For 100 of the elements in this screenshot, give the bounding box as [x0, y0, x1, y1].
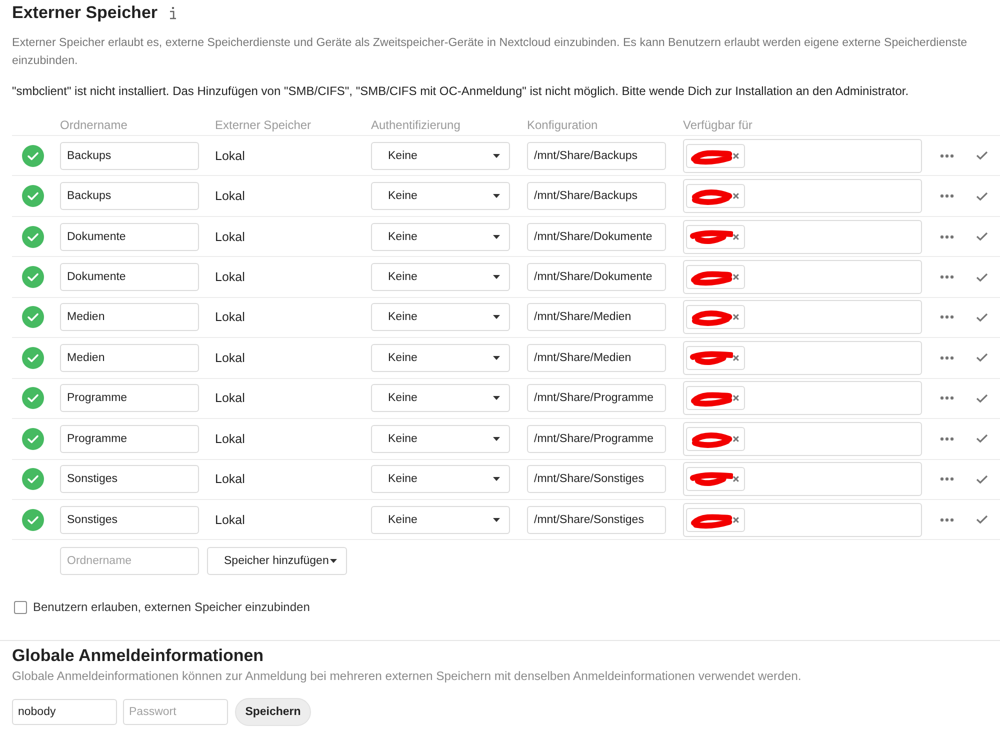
authentication-select[interactable]: Keine: [371, 263, 510, 292]
groups-field[interactable]: [683, 462, 922, 496]
close-icon[interactable]: [733, 314, 739, 320]
more-icon[interactable]: [940, 356, 954, 360]
more-icon[interactable]: [940, 315, 954, 320]
more-icon[interactable]: [940, 477, 954, 482]
configuration-field[interactable]: /mnt/Share/Medien: [527, 344, 666, 372]
caret-icon: [493, 396, 500, 400]
folder-name-field[interactable]: Medien: [60, 344, 199, 372]
folder-name-field[interactable]: Sonstiges: [60, 506, 199, 534]
table-cell-text: Lokal: [215, 189, 246, 204]
checkbox[interactable]: [14, 600, 27, 614]
check-icon[interactable]: [976, 312, 988, 322]
caret-icon: [493, 356, 500, 360]
table-cell-text: Lokal: [215, 310, 246, 324]
close-icon[interactable]: [733, 516, 739, 523]
close-icon[interactable]: [733, 436, 739, 442]
more-icon[interactable]: [940, 234, 954, 239]
table-cell-text: Lokal: [215, 350, 246, 365]
close-icon[interactable]: [733, 193, 739, 200]
authentication-select[interactable]: Keine: [371, 344, 510, 372]
groups-field[interactable]: [683, 502, 922, 537]
add-storage-select[interactable]: Speicher hinzufügen: [207, 547, 347, 576]
save-button[interactable]: Speichern: [235, 698, 311, 726]
authentication-select[interactable]: Keine: [371, 222, 510, 251]
groups-field[interactable]: [683, 220, 922, 254]
authentication-select[interactable]: Keine: [371, 384, 510, 412]
configuration-field[interactable]: /mnt/Share/Sonstiges: [527, 465, 666, 494]
authentication-select[interactable]: Keine: [371, 424, 510, 453]
section-title: Globale Anmeldeinformationen: [12, 646, 265, 666]
configuration-field[interactable]: /mnt/Share/Backups: [527, 142, 666, 170]
caret-icon: [493, 436, 500, 441]
check-icon[interactable]: [976, 232, 988, 242]
table-cell-text: Lokal: [215, 391, 246, 406]
check-icon[interactable]: [976, 434, 988, 444]
more-icon[interactable]: [940, 436, 954, 441]
authentication-select[interactable]: Keine: [371, 465, 510, 494]
more-icon[interactable]: [940, 194, 954, 198]
folder-name-field[interactable]: Ordnername: [60, 547, 199, 576]
folder-name-field[interactable]: Programme: [60, 384, 199, 412]
check-icon[interactable]: [976, 151, 988, 160]
folder-name-field[interactable]: Backups: [60, 182, 199, 210]
groups-field[interactable]: [683, 138, 922, 173]
warning-text: "smbclient" ist nicht installiert. Das Hinzufügen von "SMB/CIFS", "SMB/CIFS mit OC-Anmeldung" ist nicht möglich. Bitte wende Dich zur Installation an den Administrator.: [12, 83, 910, 100]
folder-name-field[interactable]: Sonstiges: [60, 465, 199, 494]
groups-field[interactable]: [683, 381, 922, 416]
section-title: Externer Speicher: [12, 2, 158, 24]
caret-icon: [493, 194, 500, 198]
folder-name-field[interactable]: Dokumente: [60, 222, 199, 251]
more-icon[interactable]: [940, 275, 954, 280]
check-icon[interactable]: [976, 474, 988, 484]
close-icon[interactable]: [733, 274, 739, 280]
close-icon[interactable]: [733, 395, 739, 402]
close-icon[interactable]: [733, 354, 739, 361]
close-icon[interactable]: [733, 234, 739, 240]
authentication-select[interactable]: Keine: [371, 142, 510, 170]
authentication-select[interactable]: Keine: [371, 506, 510, 534]
table-cell-text: Lokal: [215, 148, 246, 163]
caret-icon: [493, 315, 500, 320]
configuration-field[interactable]: /mnt/Share/Programme: [527, 384, 666, 412]
check-icon[interactable]: [976, 353, 988, 362]
column-header: Verfügbar für: [683, 118, 754, 132]
groups-field[interactable]: [683, 260, 922, 294]
more-icon[interactable]: [940, 154, 954, 158]
caret-icon: [330, 559, 337, 564]
authentication-select[interactable]: Keine: [371, 182, 510, 210]
folder-name-field[interactable]: Backups: [60, 142, 199, 170]
table-cell-text: Lokal: [215, 432, 246, 446]
column-header: Konfiguration: [527, 118, 599, 132]
close-icon[interactable]: [733, 476, 739, 482]
info-icon[interactable]: [168, 6, 177, 20]
authentication-select[interactable]: Keine: [371, 303, 510, 332]
check-icon[interactable]: [976, 394, 988, 403]
caret-icon: [493, 154, 500, 158]
check-icon[interactable]: [976, 515, 988, 524]
more-icon[interactable]: [940, 396, 954, 400]
groups-field[interactable]: [683, 179, 922, 214]
folder-name-field[interactable]: Dokumente: [60, 263, 199, 292]
check-icon[interactable]: [976, 192, 988, 201]
username-field[interactable]: nobody: [12, 699, 117, 726]
column-header: Authentifizierung: [371, 118, 462, 132]
more-icon[interactable]: [940, 518, 954, 522]
groups-field[interactable]: [683, 422, 922, 456]
caret-icon: [493, 275, 500, 280]
table-cell-text: Lokal: [215, 270, 246, 284]
check-icon[interactable]: [976, 272, 988, 282]
configuration-field[interactable]: /mnt/Share/Dokumente: [527, 263, 666, 292]
groups-field[interactable]: [683, 340, 922, 375]
section-description: Externer Speicher erlaubt es, externe Speicherdienste und Geräte als Zweitspeicher-Geräte in Nextcloud einzubinden. Es kann Benutzern erlaubt werden eigene externe Speicherdienste einzubinden.: [12, 35, 968, 69]
configuration-field[interactable]: /mnt/Share/Sonstiges: [527, 506, 666, 534]
groups-field[interactable]: [683, 300, 922, 334]
folder-name-field[interactable]: Medien: [60, 303, 199, 332]
configuration-field[interactable]: /mnt/Share/Dokumente: [527, 222, 666, 251]
configuration-field[interactable]: /mnt/Share/Medien: [527, 303, 666, 332]
folder-name-field[interactable]: Programme: [60, 424, 199, 453]
configuration-field[interactable]: /mnt/Share/Backups: [527, 182, 666, 210]
close-icon[interactable]: [733, 152, 739, 159]
configuration-field[interactable]: /mnt/Share/Programme: [527, 424, 666, 453]
section-description: Globale Anmeldeinformationen können zur Anmeldung bei mehreren externen Speichern mit denselben Anmeldeinformationen verwendet werden.: [12, 668, 802, 686]
password-field[interactable]: Passwort: [123, 699, 228, 726]
